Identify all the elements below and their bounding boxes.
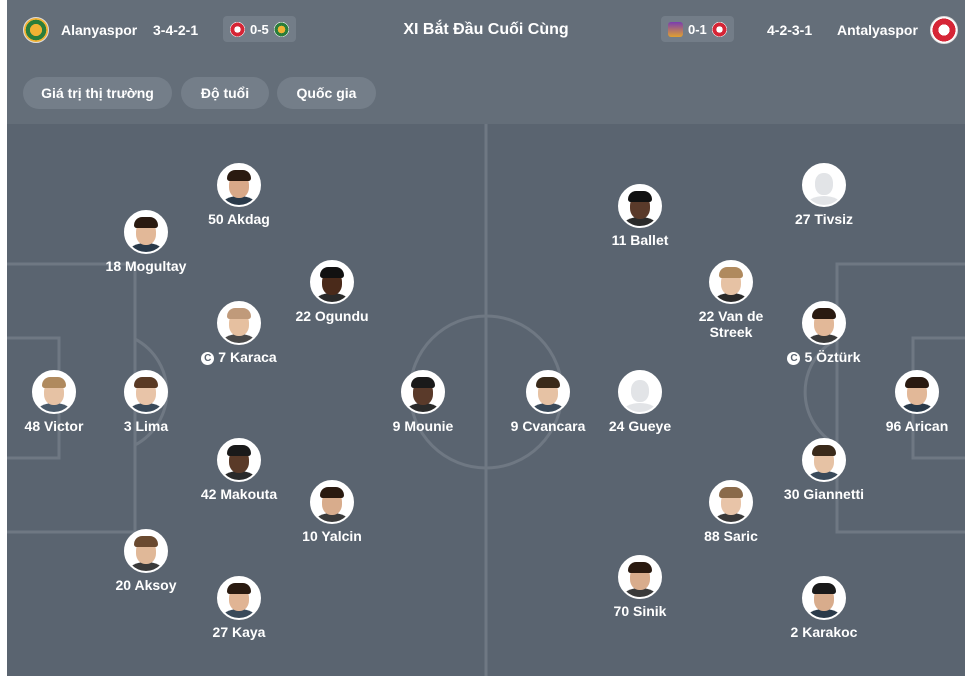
away-team-name: Antalyaspor <box>837 22 918 38</box>
player-photo <box>618 184 662 228</box>
player-placeholder-photo <box>802 163 846 207</box>
player-photo <box>895 370 939 414</box>
home-player[interactable]: 27 Kaya <box>169 576 309 640</box>
alanyaspor-small-crest-icon <box>273 21 289 37</box>
player-label: 27 Kaya <box>212 624 266 640</box>
home-player[interactable]: 22 Ogundu <box>262 260 402 324</box>
pitch: 48 Victor 3 Lima 18 Mogultay 20 Aksoy 50… <box>7 124 965 676</box>
filter-nationality[interactable]: Quốc gia <box>277 77 376 109</box>
away-last-result[interactable]: 0-1 <box>661 16 734 42</box>
player-photo <box>526 370 570 414</box>
alanyaspor-crest-icon <box>23 17 49 43</box>
player-photo <box>709 260 753 304</box>
player-label: 9 Mounie <box>392 418 454 434</box>
player-photo <box>709 480 753 524</box>
player-photo <box>124 370 168 414</box>
player-label: 10 Yalcin <box>302 528 362 544</box>
captain-icon: C <box>201 352 215 365</box>
away-player[interactable]: 70 Sinik <box>570 555 710 619</box>
player-photo <box>124 210 168 254</box>
captain-icon: C <box>787 352 801 365</box>
player-label: 2 Karakoc <box>790 624 858 640</box>
player-photo <box>217 438 261 482</box>
antalyaspor-crest-icon <box>929 16 958 44</box>
player-label: 22 Van de Streek <box>698 308 764 340</box>
home-team-name: Alanyaspor <box>61 22 138 38</box>
player-photo <box>32 370 76 414</box>
opponent-crest-icon <box>230 21 245 37</box>
filter-bar: Giá trị thị trường Độ tuổi Quốc gia <box>7 60 965 124</box>
player-label: 3 Lima <box>123 418 169 434</box>
home-player[interactable]: 3 Lima <box>76 370 216 434</box>
home-player[interactable]: 10 Yalcin <box>262 480 402 544</box>
player-label: 50 Akdag <box>208 211 270 227</box>
away-last-score: 0-1 <box>688 21 707 37</box>
home-team[interactable]: Alanyaspor <box>23 0 137 60</box>
away-player[interactable]: 22 Van de Streek <box>661 260 801 340</box>
player-label: C7 Karaca <box>169 349 309 365</box>
away-player[interactable]: 88 Saric <box>661 480 801 544</box>
away-player[interactable]: 2 Karakoc <box>754 576 894 640</box>
player-label: 88 Saric <box>704 528 758 544</box>
lineup-title: XI Bắt Đầu Cuối Cùng <box>403 21 569 38</box>
player-photo <box>310 480 354 524</box>
player-label-text: 5 Öztürk <box>804 349 861 365</box>
player-label: 70 Sinik <box>613 603 667 619</box>
player-label: 11 Ballet <box>611 232 669 248</box>
away-player[interactable]: 96 Arican <box>847 370 965 434</box>
player-label: 27 Tivsiz <box>794 211 854 227</box>
antalyaspor-small-crest-icon <box>711 21 727 37</box>
player-label-text: 7 Karaca <box>218 349 277 365</box>
player-label: 9 Cvancara <box>510 418 586 434</box>
filter-age[interactable]: Độ tuổi <box>181 77 269 109</box>
player-photo <box>618 555 662 599</box>
home-player[interactable]: 50 Akdag <box>169 163 309 227</box>
player-photo <box>802 301 846 345</box>
away-player[interactable]: 11 Ballet <box>570 184 710 248</box>
opponent-crest-icon <box>668 21 683 37</box>
away-player[interactable]: 27 Tivsiz <box>754 163 894 227</box>
player-label: 18 Mogultay <box>105 258 187 274</box>
home-last-score: 0-5 <box>250 21 269 37</box>
player-label: 22 Ogundu <box>295 308 369 324</box>
away-formation: 4-2-3-1 <box>767 22 813 38</box>
player-photo <box>802 438 846 482</box>
player-label: 96 Arican <box>885 418 949 434</box>
player-photo <box>217 163 261 207</box>
player-photo <box>124 529 168 573</box>
player-photo <box>802 576 846 620</box>
lineup-panel: Alanyaspor 3-4-2-1 0-5 XI Bắt Đầu Cuối C… <box>7 0 965 676</box>
away-team[interactable]: Antalyaspor <box>837 0 958 60</box>
home-formation: 3-4-2-1 <box>153 22 199 38</box>
player-placeholder-photo <box>618 370 662 414</box>
lineup-header: Alanyaspor 3-4-2-1 0-5 XI Bắt Đầu Cuối C… <box>7 0 965 61</box>
home-last-result[interactable]: 0-5 <box>223 16 296 42</box>
away-player[interactable]: 9 Cvancara <box>478 370 618 434</box>
player-photo <box>217 301 261 345</box>
player-photo <box>401 370 445 414</box>
player-label: C5 Öztürk <box>754 349 894 365</box>
player-photo <box>217 576 261 620</box>
filter-market-value[interactable]: Giá trị thị trường <box>23 77 172 109</box>
player-photo <box>310 260 354 304</box>
home-player[interactable]: 9 Mounie <box>353 370 493 434</box>
